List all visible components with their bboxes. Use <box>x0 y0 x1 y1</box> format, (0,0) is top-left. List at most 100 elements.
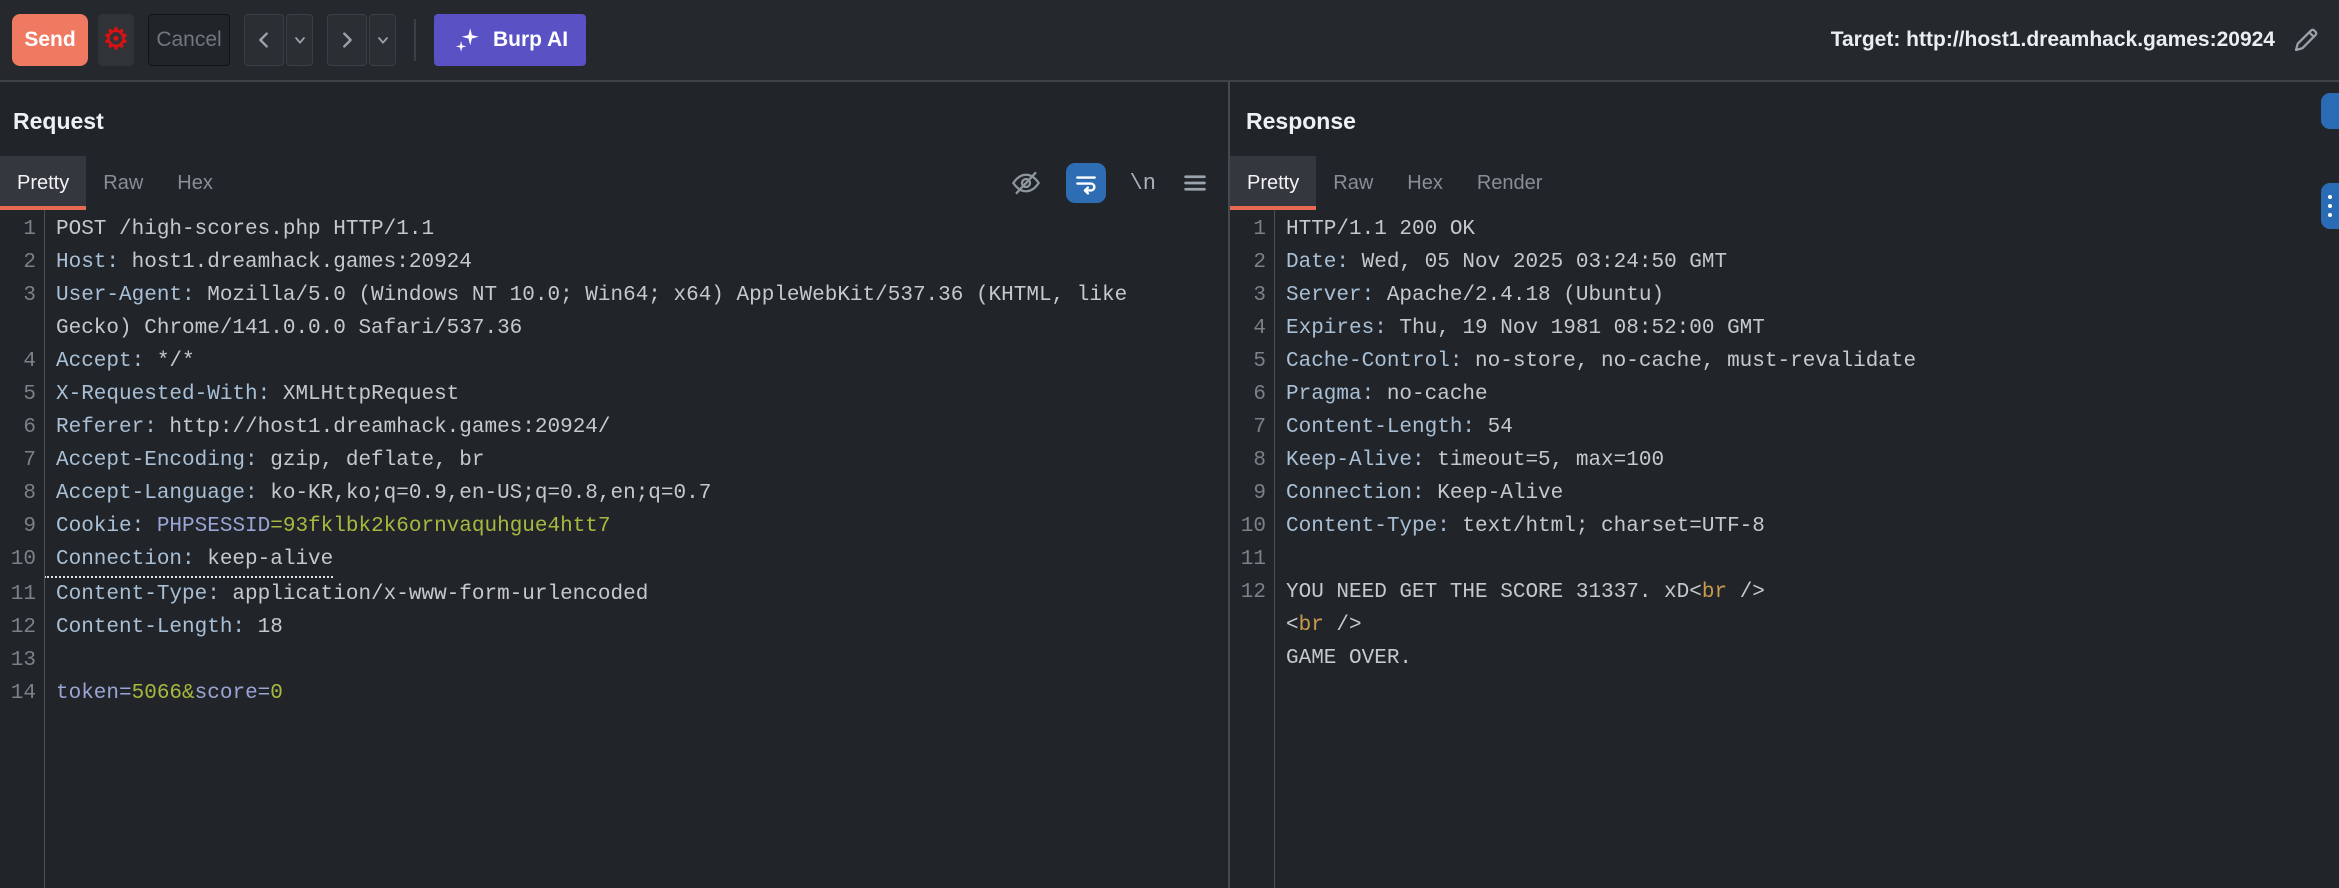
tab-hex[interactable]: Hex <box>160 156 230 210</box>
send-settings-button[interactable]: ⚙ <box>98 14 134 66</box>
line-content: Cookie: PHPSESSID=93fklbk2k6ornvaquhgue4… <box>44 510 611 543</box>
toolbar-divider <box>414 19 416 61</box>
line-number: 11 <box>0 578 44 611</box>
send-button[interactable]: Send <box>12 14 88 66</box>
request-tabs: PrettyRawHex <box>0 156 1228 210</box>
code-line[interactable]: 6Referer: http://host1.dreamhack.games:2… <box>0 411 1228 444</box>
edit-target-button[interactable] <box>2287 21 2325 59</box>
code-line[interactable]: 7Content-Length: 54 <box>1230 411 2339 444</box>
line-number: 8 <box>1230 444 1274 477</box>
line-content <box>44 644 56 677</box>
edit-pencil-icon <box>2290 24 2322 56</box>
line-content: Accept: */* <box>44 345 195 378</box>
line-content: Accept-Language: ko-KR,ko;q=0.9,en-US;q=… <box>44 477 711 510</box>
code-line[interactable]: 8Accept-Language: ko-KR,ko;q=0.9,en-US;q… <box>0 477 1228 510</box>
line-content: Content-Type: text/html; charset=UTF-8 <box>1274 510 1765 543</box>
request-title: Request <box>13 108 1228 135</box>
code-line[interactable]: 5X-Requested-With: XMLHttpRequest <box>0 378 1228 411</box>
code-line[interactable]: 9Cookie: PHPSESSID=93fklbk2k6ornvaquhgue… <box>0 510 1228 543</box>
code-line[interactable]: 12YOU NEED GET THE SCORE 31337. xD<br /> <box>1230 576 2339 609</box>
line-number: 9 <box>1230 477 1274 510</box>
code-line[interactable]: 5Cache-Control: no-store, no-cache, must… <box>1230 345 2339 378</box>
tab-raw[interactable]: Raw <box>1316 156 1390 210</box>
line-content: Content-Length: 18 <box>44 611 283 644</box>
line-number: 7 <box>1230 411 1274 444</box>
code-line[interactable]: 9Connection: Keep-Alive <box>1230 477 2339 510</box>
editor-menu-button[interactable] <box>1180 168 1210 198</box>
tab-render[interactable]: Render <box>1460 156 1560 210</box>
tab-raw[interactable]: Raw <box>86 156 160 210</box>
code-line[interactable]: 3Server: Apache/2.4.18 (Ubuntu) <box>1230 279 2339 312</box>
word-wrap-button[interactable] <box>1066 163 1106 203</box>
code-line[interactable]: 13 <box>0 644 1228 677</box>
tab-pretty[interactable]: Pretty <box>0 156 86 210</box>
forward-button[interactable] <box>327 14 367 66</box>
request-editor-icons: \n <box>1010 156 1210 210</box>
dot-icon <box>2328 204 2332 208</box>
gutter-divider <box>1274 210 1275 888</box>
show-newlines-button[interactable]: \n <box>1130 171 1156 196</box>
line-content: HTTP/1.1 200 OK <box>1274 213 1475 246</box>
code-line[interactable]: 10Connection: keep-alive <box>0 543 1228 578</box>
code-line[interactable]: 4Expires: Thu, 19 Nov 1981 08:52:00 GMT <box>1230 312 2339 345</box>
line-number: 10 <box>1230 510 1274 543</box>
response-editor[interactable]: 1HTTP/1.1 200 OK2Date: Wed, 05 Nov 2025 … <box>1230 210 2339 675</box>
code-line[interactable]: 14token=5066&score=0 <box>0 677 1228 710</box>
code-line[interactable]: 4Accept: */* <box>0 345 1228 378</box>
newline-icon: \n <box>1130 171 1156 196</box>
line-content: Content-Type: application/x-www-form-url… <box>44 578 648 611</box>
burp-ai-label: Burp AI <box>493 28 568 52</box>
line-content: Pragma: no-cache <box>1274 378 1488 411</box>
code-line[interactable]: 7Accept-Encoding: gzip, deflate, br <box>0 444 1228 477</box>
back-dropdown-button[interactable] <box>286 14 313 66</box>
dot-icon <box>2328 213 2332 217</box>
inspector-toggle-button[interactable] <box>2321 93 2339 129</box>
line-content: token=5066&score=0 <box>44 677 283 710</box>
line-content: Expires: Thu, 19 Nov 1981 08:52:00 GMT <box>1274 312 1765 345</box>
back-button[interactable] <box>244 14 284 66</box>
line-number: 6 <box>1230 378 1274 411</box>
code-line[interactable]: 3User-Agent: Mozilla/5.0 (Windows NT 10.… <box>0 279 1228 312</box>
line-content: Date: Wed, 05 Nov 2025 03:24:50 GMT <box>1274 246 1727 279</box>
code-line[interactable]: 11 <box>1230 543 2339 576</box>
code-line[interactable]: 2Date: Wed, 05 Nov 2025 03:24:50 GMT <box>1230 246 2339 279</box>
line-content: Referer: http://host1.dreamhack.games:20… <box>44 411 611 444</box>
line-content: YOU NEED GET THE SCORE 31337. xD<br /> <box>1274 576 1765 609</box>
request-editor[interactable]: 1POST /high-scores.php HTTP/1.12Host: ho… <box>0 210 1228 710</box>
code-line[interactable]: 1POST /high-scores.php HTTP/1.1 <box>0 213 1228 246</box>
code-line[interactable]: GAME OVER. <box>1230 642 2339 675</box>
line-content: Keep-Alive: timeout=5, max=100 <box>1274 444 1664 477</box>
forward-dropdown-button[interactable] <box>369 14 396 66</box>
gutter-divider <box>44 210 45 888</box>
line-number: 4 <box>1230 312 1274 345</box>
hide-nonprinting-button[interactable] <box>1010 167 1042 199</box>
code-line[interactable]: 10Content-Type: text/html; charset=UTF-8 <box>1230 510 2339 543</box>
line-content: Content-Length: 54 <box>1274 411 1513 444</box>
back-chevron-icon <box>253 29 275 51</box>
code-line[interactable]: 8Keep-Alive: timeout=5, max=100 <box>1230 444 2339 477</box>
code-line[interactable]: 2Host: host1.dreamhack.games:20924 <box>0 246 1228 279</box>
line-number: 2 <box>0 246 44 279</box>
response-title: Response <box>1246 108 2339 135</box>
code-line[interactable]: Gecko) Chrome/141.0.0.0 Safari/537.36 <box>0 312 1228 345</box>
request-panel: Request PrettyRawHex <box>0 82 1230 888</box>
line-number: 14 <box>0 677 44 710</box>
cancel-button[interactable]: Cancel <box>148 14 230 66</box>
tab-pretty[interactable]: Pretty <box>1230 156 1316 210</box>
line-content: Host: host1.dreamhack.games:20924 <box>44 246 472 279</box>
line-content: GAME OVER. <box>1274 642 1412 675</box>
line-content: Gecko) Chrome/141.0.0.0 Safari/537.36 <box>44 312 522 345</box>
tab-hex[interactable]: Hex <box>1390 156 1460 210</box>
inspector-handle-button[interactable] <box>2321 183 2339 229</box>
code-line[interactable]: 1HTTP/1.1 200 OK <box>1230 213 2339 246</box>
code-line[interactable]: <br /> <box>1230 609 2339 642</box>
code-line[interactable]: 11Content-Type: application/x-www-form-u… <box>0 578 1228 611</box>
response-panel: Response PrettyRawHexRender 1HTTP/1.1 20… <box>1230 82 2339 888</box>
burp-ai-button[interactable]: Burp AI <box>434 14 586 66</box>
line-number: 3 <box>0 279 44 312</box>
line-content: Server: Apache/2.4.18 (Ubuntu) <box>1274 279 1664 312</box>
line-number: 4 <box>0 345 44 378</box>
code-line[interactable]: 12Content-Length: 18 <box>0 611 1228 644</box>
code-line[interactable]: 6Pragma: no-cache <box>1230 378 2339 411</box>
line-number: 1 <box>1230 213 1274 246</box>
